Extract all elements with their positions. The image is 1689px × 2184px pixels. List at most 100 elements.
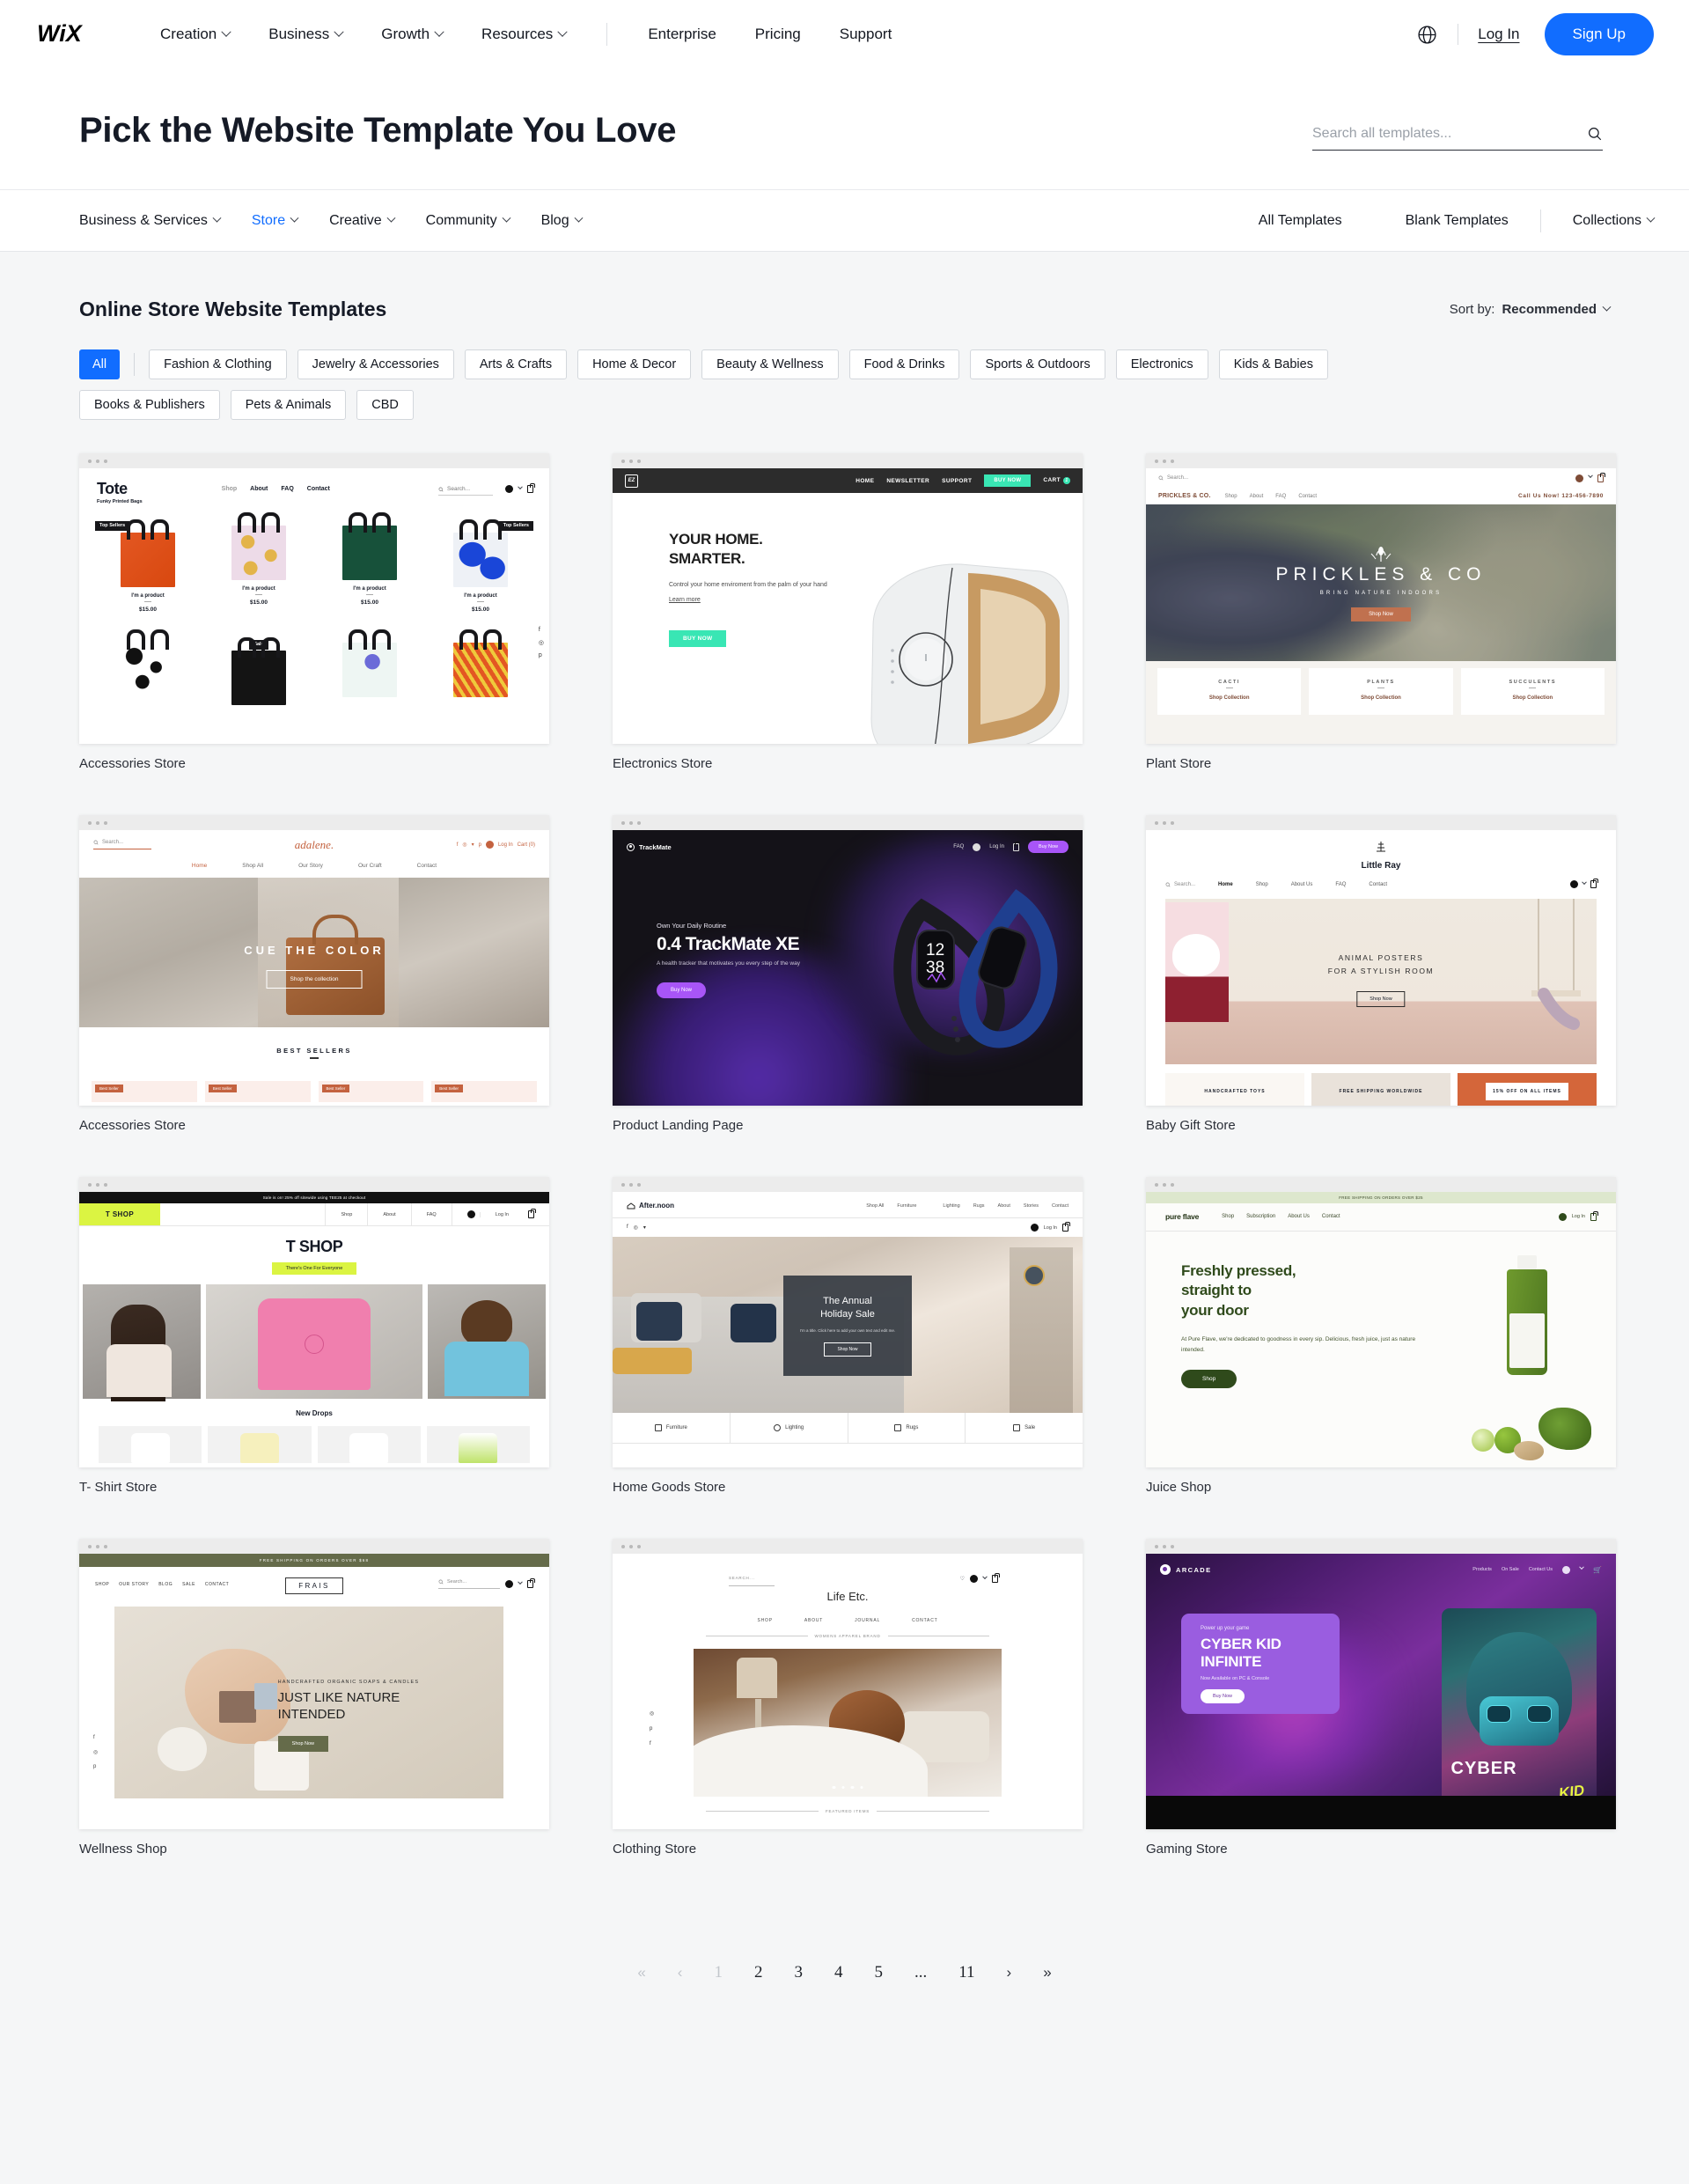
template-card[interactable]: FREE SHIPPING ON ORDERS OVER $25 pure fl… bbox=[1146, 1177, 1616, 1495]
chevron-down-icon bbox=[221, 26, 231, 37]
template-card[interactable]: ARCADE Products On Sale Contact Us 🛒 Pow… bbox=[1146, 1539, 1616, 1857]
filter-chip-food-drinks[interactable]: Food & Drinks bbox=[848, 349, 960, 379]
filter-chip-arts-crafts[interactable]: Arts & Crafts bbox=[464, 349, 568, 379]
pagination-last[interactable]: » bbox=[1027, 1965, 1067, 1980]
pagination-prev[interactable]: ‹ bbox=[662, 1965, 699, 1980]
filter-chip-all[interactable]: All bbox=[79, 349, 121, 379]
site-hero: CUE THE COLOR Shop the collection bbox=[79, 878, 549, 1027]
signup-button[interactable]: Sign Up bbox=[1544, 13, 1654, 55]
link-all-templates[interactable]: All Templates bbox=[1227, 213, 1374, 229]
pagination-page-4[interactable]: 4 bbox=[819, 1964, 859, 1981]
cart-icon bbox=[1597, 472, 1605, 482]
nav-item-business[interactable]: Business bbox=[249, 26, 362, 43]
template-preview[interactable]: SEARCH... ♡ Life Etc. SHOP ABOUT JOURNAL… bbox=[613, 1539, 1083, 1829]
filter-chip-books-publishers[interactable]: Books & Publishers bbox=[79, 390, 220, 420]
wix-logo[interactable]: WiX bbox=[37, 21, 106, 48]
pagination-first[interactable]: « bbox=[621, 1965, 661, 1980]
site-announcement-bar: FREE SHIPPING ON ORDERS OVER $25 bbox=[1146, 1192, 1616, 1203]
filter-chip-pets-animals[interactable]: Pets & Animals bbox=[230, 390, 347, 420]
category-business-services[interactable]: Business & Services bbox=[79, 213, 252, 229]
template-preview[interactable]: EZ HOME NEWSLETTER SUPPORT BUY NOW CART 1… bbox=[613, 453, 1083, 744]
template-card[interactable]: Sale is on! 25% off sitewide using TEE25… bbox=[79, 1177, 549, 1495]
pagination-next[interactable]: › bbox=[991, 1965, 1028, 1980]
template-card[interactable]: After.noon Shop All Furniture Lighting R… bbox=[613, 1177, 1083, 1495]
sort-by-control[interactable]: Sort by: Recommended bbox=[1450, 302, 1612, 317]
template-card[interactable]: Search... adalene. f ◎ ▾ p Log In Cart (… bbox=[79, 815, 549, 1133]
template-preview[interactable]: Tote Funky Printed Bags Shop About FAQ C… bbox=[79, 453, 549, 744]
filter-chip-kids-babies[interactable]: Kids & Babies bbox=[1218, 349, 1328, 379]
pagination-page-11[interactable]: 11 bbox=[943, 1964, 990, 1981]
link-blank-templates[interactable]: Blank Templates bbox=[1374, 213, 1540, 229]
site-collection-name: CACTI bbox=[1218, 680, 1241, 685]
template-search[interactable] bbox=[1312, 126, 1603, 151]
account-icon bbox=[1562, 1565, 1571, 1574]
chevron-down-icon bbox=[502, 213, 511, 223]
browser-chrome bbox=[79, 1177, 549, 1192]
nav-item-enterprise[interactable]: Enterprise bbox=[628, 26, 735, 43]
globe-icon[interactable] bbox=[1416, 24, 1438, 46]
site-headline: INTENDED bbox=[277, 1707, 346, 1723]
template-preview[interactable]: Little Ray Search... Home Shop About Us … bbox=[1146, 815, 1616, 1106]
template-card[interactable]: TrackMate FAQ Log In Buy Now Own Your Da… bbox=[613, 815, 1083, 1133]
template-preview[interactable]: After.noon Shop All Furniture Lighting R… bbox=[613, 1177, 1083, 1467]
filter-chip-beauty-wellness[interactable]: Beauty & Wellness bbox=[701, 349, 839, 379]
template-preview[interactable]: ARCADE Products On Sale Contact Us 🛒 Pow… bbox=[1146, 1539, 1616, 1829]
site-collection-link: Shop Collection bbox=[1208, 695, 1250, 701]
nav-item-growth[interactable]: Growth bbox=[362, 26, 462, 43]
pagination-page-3[interactable]: 3 bbox=[778, 1964, 819, 1981]
nav-label: Business bbox=[268, 26, 330, 42]
filter-chip-jewelry-accessories[interactable]: Jewelry & Accessories bbox=[297, 349, 454, 379]
nav-item-pricing[interactable]: Pricing bbox=[736, 26, 820, 43]
game-artwork: CYBER KID bbox=[1442, 1608, 1597, 1809]
top-nav-actions: Log In Sign Up bbox=[1416, 13, 1654, 55]
pagination-page-5[interactable]: 5 bbox=[858, 1964, 899, 1981]
search-input[interactable] bbox=[1312, 126, 1587, 142]
filter-chip-sports-outdoors[interactable]: Sports & Outdoors bbox=[970, 349, 1105, 379]
filter-chip-fashion-clothing[interactable]: Fashion & Clothing bbox=[149, 349, 287, 379]
site-hero-title: CUE THE COLOR bbox=[244, 943, 385, 957]
category-blog[interactable]: Blog bbox=[541, 213, 613, 229]
login-link[interactable]: Log In bbox=[1478, 26, 1519, 43]
chevron-down-icon bbox=[434, 26, 444, 37]
site-login-link: Log In bbox=[1043, 1224, 1057, 1231]
pagination-page-1[interactable]: 1 bbox=[698, 1964, 738, 1981]
site-tagline: Funky Printed Bags bbox=[97, 499, 143, 504]
search-icon[interactable] bbox=[1587, 126, 1603, 142]
filter-chip-electronics[interactable]: Electronics bbox=[1115, 349, 1208, 379]
filter-chip-cbd[interactable]: CBD bbox=[356, 390, 414, 420]
nav-item-support[interactable]: Support bbox=[820, 26, 912, 43]
browser-chrome bbox=[1146, 1177, 1616, 1192]
template-card[interactable]: Little Ray Search... Home Shop About Us … bbox=[1146, 815, 1616, 1133]
category-store[interactable]: Store bbox=[252, 213, 329, 229]
template-preview[interactable]: FREE SHIPPING ON ORDERS OVER $68 SHOP OU… bbox=[79, 1539, 549, 1829]
filter-chip-home-decor[interactable]: Home & Decor bbox=[577, 349, 692, 379]
category-creative[interactable]: Creative bbox=[329, 213, 426, 229]
nav-item-resources[interactable]: Resources bbox=[462, 26, 585, 43]
template-card[interactable]: SEARCH... ♡ Life Etc. SHOP ABOUT JOURNAL… bbox=[613, 1539, 1083, 1857]
template-preview[interactable]: Search... adalene. f ◎ ▾ p Log In Cart (… bbox=[79, 815, 549, 1106]
template-preview[interactable]: Sale is on! 25% off sitewide using TEE25… bbox=[79, 1177, 549, 1467]
link-collections[interactable]: Collections bbox=[1541, 213, 1656, 229]
pagination-page-2[interactable]: 2 bbox=[738, 1964, 779, 1981]
template-preview[interactable]: FREE SHIPPING ON ORDERS OVER $25 pure fl… bbox=[1146, 1177, 1616, 1467]
template-preview[interactable]: TrackMate FAQ Log In Buy Now Own Your Da… bbox=[613, 815, 1083, 1106]
template-card[interactable]: FREE SHIPPING ON ORDERS OVER $68 SHOP OU… bbox=[79, 1539, 549, 1857]
nav-item-creation[interactable]: Creation bbox=[141, 26, 249, 43]
chevron-down-icon bbox=[1602, 302, 1612, 312]
template-card[interactable]: Search... PRICKLES & CO. Shop About FAQ … bbox=[1146, 453, 1616, 771]
site-nav-item: HOME bbox=[856, 477, 875, 484]
account-icon bbox=[970, 1575, 978, 1583]
template-card[interactable]: EZ HOME NEWSLETTER SUPPORT BUY NOW CART 1… bbox=[613, 453, 1083, 771]
page-title: Pick the Website Template You Love bbox=[79, 111, 677, 150]
carousel-dots[interactable] bbox=[832, 1785, 863, 1789]
site-hero-title: ANIMAL POSTERS bbox=[1338, 953, 1424, 963]
category-community[interactable]: Community bbox=[426, 213, 541, 229]
template-card[interactable]: Tote Funky Printed Bags Shop About FAQ C… bbox=[79, 453, 549, 771]
account-icon bbox=[466, 1210, 475, 1218]
chevron-down-icon bbox=[386, 213, 396, 223]
template-preview[interactable]: Search... PRICKLES & CO. Shop About FAQ … bbox=[1146, 453, 1616, 744]
template-screenshot: After.noon Shop All Furniture Lighting R… bbox=[613, 1192, 1083, 1467]
site-nav-item: About Us bbox=[1290, 881, 1313, 887]
rugs-icon bbox=[894, 1424, 902, 1431]
site-nav-item: FAQ bbox=[953, 844, 965, 849]
